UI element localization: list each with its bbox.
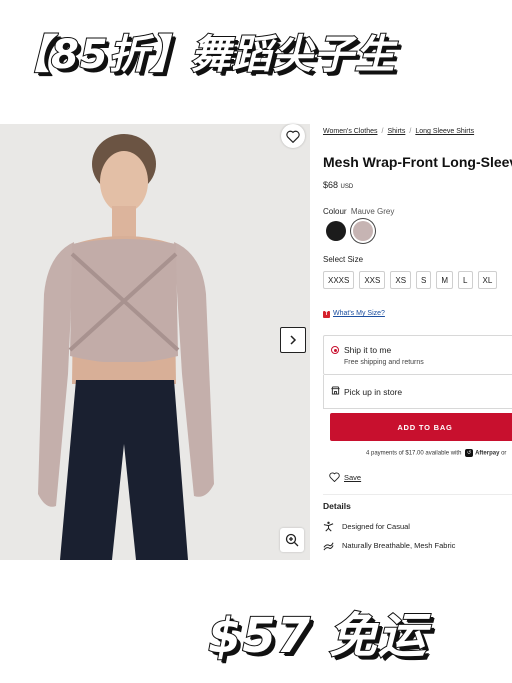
next-image-button[interactable] [280, 327, 306, 353]
model-illustration [38, 134, 214, 560]
activity-icon [323, 521, 334, 532]
size-guide-badge: T [323, 311, 330, 318]
size-option-xl[interactable]: XL [477, 271, 498, 289]
colour-selected-value: Mauve Grey [350, 207, 395, 216]
chevron-right-icon [290, 335, 297, 345]
size-option-s[interactable]: S [416, 271, 432, 289]
zoom-button[interactable] [280, 528, 304, 552]
heart-outline-icon [329, 472, 340, 482]
size-options: XXXS XXS XS S M L XL [323, 271, 498, 289]
zoom-in-icon [285, 533, 299, 547]
colour-label: Colour [323, 207, 347, 216]
breadcrumb-item-womens-clothes[interactable]: Women's Clothes [323, 128, 378, 135]
feature-label: Designed for Casual [342, 522, 410, 531]
heart-icon [286, 130, 300, 143]
afterpay-brand: Afterpay [475, 450, 500, 457]
size-option-xxxs[interactable]: XXXS [323, 271, 355, 289]
size-option-xxs[interactable]: XXS [359, 271, 386, 289]
ship-option-title: Ship it to me [344, 345, 392, 355]
fabric-icon [323, 542, 334, 551]
size-option-xs[interactable]: XS [390, 271, 412, 289]
pickup-label: Pick up in store [344, 387, 403, 397]
size-option-m[interactable]: M [436, 271, 454, 289]
product-image[interactable] [0, 124, 310, 560]
colour-swatch-mauve-grey[interactable] [353, 221, 373, 241]
ship-option-subtitle: Free shipping and returns [344, 359, 424, 366]
price-amount: $68 [323, 180, 339, 190]
save-to-wishlist-button[interactable]: Save [329, 472, 361, 482]
ship-radio-selected[interactable] [331, 346, 339, 354]
feature-label: Naturally Breathable, Mesh Fabric [342, 541, 456, 550]
size-option-l[interactable]: L [458, 271, 473, 289]
feature-item: Designed for Casual [323, 521, 410, 532]
colour-selector-label: Colour Mauve Grey [323, 207, 394, 216]
details-heading: Details [323, 501, 351, 511]
afterpay-logo-icon: ↺ [465, 449, 474, 457]
afterpay-prefix: 4 payments of [366, 450, 406, 457]
save-label: Save [344, 472, 362, 482]
afterpay-middle: available with [423, 450, 464, 457]
breadcrumb-separator: / [409, 128, 412, 135]
size-selector-label: Select Size [323, 255, 364, 264]
afterpay-suffix: or [499, 450, 507, 457]
add-to-bag-button[interactable]: ADD TO BAG [330, 413, 512, 441]
breadcrumb: Women's Clothes / Shirts / Long Sleeve Shirt… [323, 128, 474, 135]
afterpay-amount: $17.00 [405, 450, 424, 457]
ship-it-to-me-option[interactable]: Ship it to me Free shipping and returns [323, 335, 512, 375]
colour-swatch-black[interactable] [326, 221, 346, 241]
breadcrumb-separator: / [381, 128, 384, 135]
store-icon [331, 386, 340, 395]
breadcrumb-item-long-sleeve-shirts[interactable]: Long Sleeve Shirts [415, 128, 474, 135]
divider [323, 494, 512, 495]
product-price: $68 USD [323, 180, 353, 190]
pick-up-in-store-option[interactable]: Pick up in store [323, 375, 512, 409]
size-guide-link[interactable]: T What's My Size? [323, 310, 385, 318]
breadcrumb-item-shirts[interactable]: Shirts [387, 128, 405, 135]
size-guide-label: What's My Size? [333, 310, 385, 317]
afterpay-info: 4 payments of $17.00 available with ↺ Aft… [366, 449, 506, 457]
feature-item: Naturally Breathable, Mesh Fabric [323, 540, 455, 551]
product-title: Mesh Wrap-Front Long-Sleeve Shirt [323, 154, 512, 170]
wishlist-heart-button[interactable] [281, 124, 305, 148]
price-currency: USD [340, 184, 354, 190]
promo-headline-bottom: $57 免运 [207, 607, 427, 665]
promo-headline-top: 【85折】舞蹈尖子生 [9, 31, 396, 79]
product-details-panel: Women's Clothes / Shirts / Long Sleeve Shirt… [310, 124, 512, 560]
